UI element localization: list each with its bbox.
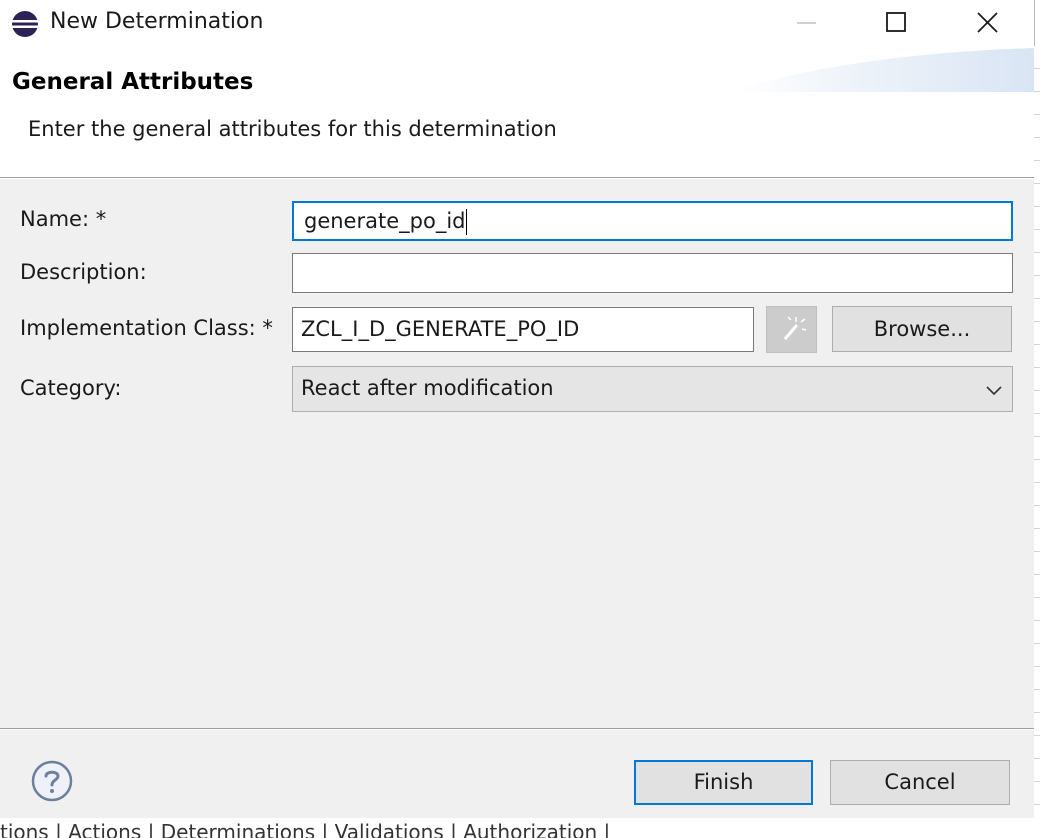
title-bar: New Determination	[0, 0, 1034, 46]
name-input[interactable]: generate_po_id	[292, 201, 1013, 241]
background-tabs-text: tions | Actions | Determinations | Valid…	[0, 820, 611, 838]
category-label: Category:	[20, 376, 122, 400]
name-input-value: generate_po_id	[304, 209, 466, 233]
header-banner-decoration	[734, 48, 1034, 92]
category-selected-value: React after modification	[301, 376, 554, 400]
generate-class-button[interactable]	[766, 306, 817, 353]
close-icon	[977, 12, 998, 33]
background-editor-tabs: tions | Actions | Determinations | Valid…	[0, 818, 1040, 838]
text-caret	[466, 209, 468, 235]
minimize-icon	[797, 22, 816, 24]
page-title: General Attributes	[12, 69, 254, 95]
maximize-button[interactable]	[873, 0, 919, 46]
description-input[interactable]	[292, 253, 1013, 293]
category-select[interactable]: React after modification	[292, 366, 1013, 412]
window-title: New Determination	[50, 9, 264, 34]
browse-button[interactable]: Browse...	[832, 306, 1012, 352]
help-icon[interactable]	[31, 760, 73, 802]
close-button[interactable]	[965, 0, 1011, 46]
minimize-button[interactable]	[784, 0, 830, 46]
description-label: Description:	[20, 260, 147, 284]
cancel-button[interactable]: Cancel	[830, 760, 1010, 805]
background-editor-grid	[1034, 46, 1040, 818]
dialog-window: New Determination General Attributes Ent…	[0, 0, 1035, 818]
footer-divider	[0, 728, 1034, 730]
header-divider	[0, 177, 1034, 179]
wizard-header: General Attributes Enter the general att…	[0, 46, 1034, 177]
finish-button[interactable]: Finish	[634, 760, 813, 805]
implementation-class-input[interactable]: ZCL_I_D_GENERATE_PO_ID	[292, 307, 754, 352]
implementation-class-label: Implementation Class: *	[20, 316, 273, 340]
page-description: Enter the general attributes for this de…	[28, 117, 557, 141]
magic-wand-icon	[783, 316, 807, 340]
eclipse-icon	[12, 11, 38, 37]
implementation-class-value: ZCL_I_D_GENERATE_PO_ID	[301, 317, 580, 341]
name-label: Name: *	[20, 207, 107, 231]
maximize-icon	[886, 12, 906, 32]
chevron-down-icon	[986, 386, 1002, 396]
